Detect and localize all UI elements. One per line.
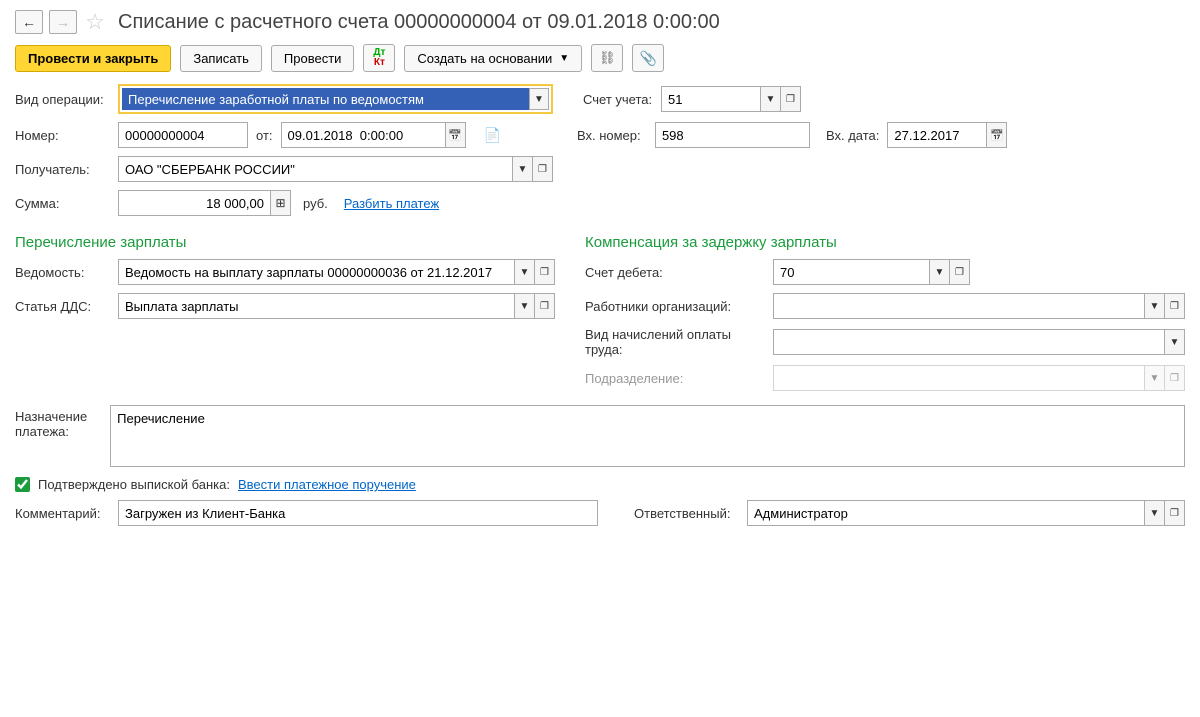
calendar-icon bbox=[448, 129, 462, 142]
open-button[interactable] bbox=[535, 259, 555, 285]
purpose-label: Назначение платежа: bbox=[15, 405, 102, 439]
currency-label: руб. bbox=[303, 196, 328, 211]
dropdown-button[interactable]: ▼ bbox=[930, 259, 950, 285]
open-button[interactable] bbox=[1165, 293, 1185, 319]
page-title: Списание с расчетного счета 00000000004 … bbox=[118, 11, 720, 34]
open-button[interactable] bbox=[533, 156, 553, 182]
dds-input[interactable] bbox=[118, 293, 515, 319]
attachments-button[interactable]: 📎 bbox=[632, 44, 664, 72]
dropdown-button[interactable]: ▼ bbox=[1145, 500, 1165, 526]
favorite-star-icon[interactable]: ☆ bbox=[83, 10, 107, 34]
responsible-input[interactable] bbox=[747, 500, 1145, 526]
bank-confirmed-checkbox[interactable] bbox=[15, 477, 30, 492]
post-and-close-button[interactable]: Провести и закрыть bbox=[15, 45, 171, 72]
nav-forward-button[interactable]: → bbox=[49, 10, 77, 34]
nav-back-button[interactable]: ← bbox=[15, 10, 43, 34]
employees-label: Работники организаций: bbox=[585, 299, 765, 314]
accrual-type-label: Вид начислений оплаты труда: bbox=[585, 327, 765, 357]
open-button[interactable] bbox=[781, 86, 801, 112]
create-based-on-button[interactable]: Создать на основании▼ bbox=[404, 45, 582, 72]
debit-account-label: Счет дебета: bbox=[585, 265, 765, 280]
purpose-textarea[interactable] bbox=[110, 405, 1185, 467]
debit-account-input[interactable] bbox=[773, 259, 930, 285]
open-button[interactable] bbox=[950, 259, 970, 285]
save-button[interactable]: Записать bbox=[180, 45, 262, 72]
dds-label: Статья ДДС: bbox=[15, 299, 110, 314]
in-number-input[interactable] bbox=[655, 122, 810, 148]
from-label: от: bbox=[256, 128, 273, 143]
statement-label: Ведомость: bbox=[15, 265, 110, 280]
comment-input[interactable] bbox=[118, 500, 598, 526]
number-input[interactable] bbox=[118, 122, 248, 148]
operation-type-field[interactable]: Перечисление заработной платы по ведомос… bbox=[118, 84, 553, 114]
related-docs-button[interactable]: ⛓ bbox=[591, 44, 623, 72]
open-button bbox=[1165, 365, 1185, 391]
in-date-label: Вх. дата: bbox=[826, 128, 879, 143]
in-date-input[interactable] bbox=[887, 122, 987, 148]
comment-label: Комментарий: bbox=[15, 506, 110, 521]
employees-input[interactable] bbox=[773, 293, 1145, 319]
statement-input[interactable] bbox=[118, 259, 515, 285]
calendar-button[interactable] bbox=[446, 122, 466, 148]
calculator-button[interactable] bbox=[271, 190, 291, 216]
department-label: Подразделение: bbox=[585, 371, 765, 386]
dropdown-button: ▼ bbox=[1145, 365, 1165, 391]
open-button[interactable] bbox=[1165, 500, 1185, 526]
doc-status-icon[interactable]: 📄 bbox=[484, 127, 501, 144]
calendar-button[interactable] bbox=[987, 122, 1007, 148]
dropdown-button[interactable]: ▼ bbox=[529, 88, 549, 110]
dropdown-button[interactable]: ▼ bbox=[1145, 293, 1165, 319]
date-input[interactable] bbox=[281, 122, 446, 148]
hierarchy-icon: ⛓ bbox=[599, 50, 616, 66]
responsible-label: Ответственный: bbox=[634, 506, 739, 521]
calendar-icon bbox=[990, 129, 1004, 142]
amount-input[interactable] bbox=[118, 190, 271, 216]
salary-section-title: Перечисление зарплаты bbox=[15, 234, 555, 251]
amount-label: Сумма: bbox=[15, 196, 110, 211]
department-input bbox=[773, 365, 1145, 391]
account-input[interactable] bbox=[661, 86, 761, 112]
account-label: Счет учета: bbox=[583, 92, 653, 107]
number-label: Номер: bbox=[15, 128, 110, 143]
open-button[interactable] bbox=[535, 293, 555, 319]
recipient-input[interactable] bbox=[118, 156, 513, 182]
dropdown-button[interactable]: ▼ bbox=[761, 86, 781, 112]
dropdown-button[interactable]: ▼ bbox=[513, 156, 533, 182]
dropdown-button[interactable]: ▼ bbox=[515, 293, 535, 319]
in-number-label: Вх. номер: bbox=[577, 128, 647, 143]
paperclip-icon: 📎 bbox=[639, 50, 656, 67]
calculator-icon bbox=[275, 196, 285, 210]
operation-type-label: Вид операции: bbox=[15, 92, 110, 107]
dropdown-button[interactable]: ▼ bbox=[515, 259, 535, 285]
compensation-section-title: Компенсация за задержку зарплаты bbox=[585, 234, 1185, 251]
dtkt-button[interactable]: ДтКт bbox=[363, 44, 395, 72]
enter-payment-order-link[interactable]: Ввести платежное поручение bbox=[238, 477, 416, 492]
bank-confirmed-label: Подтверждено выпиской банка: bbox=[38, 477, 230, 492]
accrual-type-input[interactable] bbox=[773, 329, 1165, 355]
dropdown-button[interactable]: ▼ bbox=[1165, 329, 1185, 355]
split-payment-link[interactable]: Разбить платеж bbox=[344, 196, 439, 211]
post-button[interactable]: Провести bbox=[271, 45, 355, 72]
recipient-label: Получатель: bbox=[15, 162, 110, 177]
